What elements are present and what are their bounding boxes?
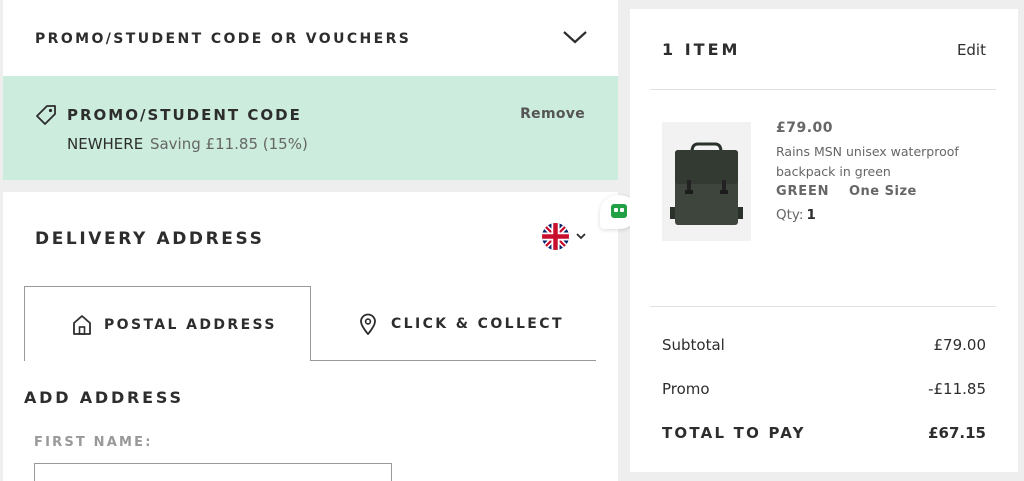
delivery-address-section: DELIVERY ADDRESS POSTAL ADDRESS CLICK & … (3, 192, 618, 481)
promo-label: Promo (662, 380, 710, 398)
backpack-image (662, 122, 751, 241)
product-qty: Qty: 1 (776, 207, 816, 223)
delivery-address-title: DELIVERY ADDRESS (35, 229, 265, 249)
tab-click-and-collect[interactable]: CLICK & COLLECT (311, 286, 596, 361)
qty-value: 1 (806, 207, 816, 223)
chevron-down-icon (576, 233, 586, 240)
delivery-method-tabs: POSTAL ADDRESS CLICK & COLLECT (24, 286, 596, 361)
qty-label: Qty: (776, 207, 804, 223)
total-label: TOTAL TO PAY (662, 424, 806, 442)
first-name-label: FIRST NAME: (34, 435, 153, 450)
applied-promo-panel: PROMO/STUDENT CODE Remove NEWHERE Saving… (3, 76, 618, 180)
remove-promo-button[interactable]: Remove (520, 106, 585, 122)
home-icon (73, 315, 91, 335)
product-price: £79.00 (776, 120, 834, 136)
product-color: GREEN (776, 184, 830, 199)
promo-accordion-header[interactable]: PROMO/STUDENT CODE OR VOUCHERS (3, 0, 618, 76)
price-tag-icon (36, 105, 56, 125)
edit-bag-link[interactable]: Edit (957, 41, 986, 59)
first-name-field[interactable] (34, 463, 392, 481)
tab-collect-label: CLICK & COLLECT (391, 316, 564, 332)
add-address-title: ADD ADDRESS (24, 388, 184, 407)
items-count-title: 1 ITEM (662, 40, 741, 59)
location-pin-icon (360, 313, 376, 335)
promo-code: NEWHERE (67, 135, 144, 153)
tab-postal-address[interactable]: POSTAL ADDRESS (24, 286, 311, 361)
product-name[interactable]: Rains MSN unisex waterproof backpack in … (776, 142, 991, 182)
order-summary-panel: 1 ITEM Edit £79.00 Rains MSN unisex wate… (630, 9, 1018, 472)
divider (650, 306, 996, 307)
subtotal-value: £79.00 (933, 336, 987, 354)
promo-value: -£11.85 (928, 380, 986, 398)
robot-face-icon (611, 204, 627, 218)
promo-section-title: PROMO/STUDENT CODE OR VOUCHERS (35, 31, 412, 47)
product-image (662, 122, 751, 241)
subtotal-label: Subtotal (662, 336, 725, 354)
promo-code-line: NEWHERE Saving £11.85 (15%) (67, 135, 308, 153)
product-size: One Size (849, 184, 917, 199)
tab-postal-label: POSTAL ADDRESS (104, 317, 277, 333)
divider (650, 89, 996, 90)
chevron-down-icon[interactable] (561, 26, 589, 46)
promo-saving: Saving £11.85 (15%) (149, 135, 308, 153)
applied-promo-title: PROMO/STUDENT CODE (67, 106, 302, 124)
country-selector[interactable] (539, 223, 589, 251)
total-value: £67.15 (928, 424, 986, 442)
uk-flag-icon (542, 223, 569, 250)
